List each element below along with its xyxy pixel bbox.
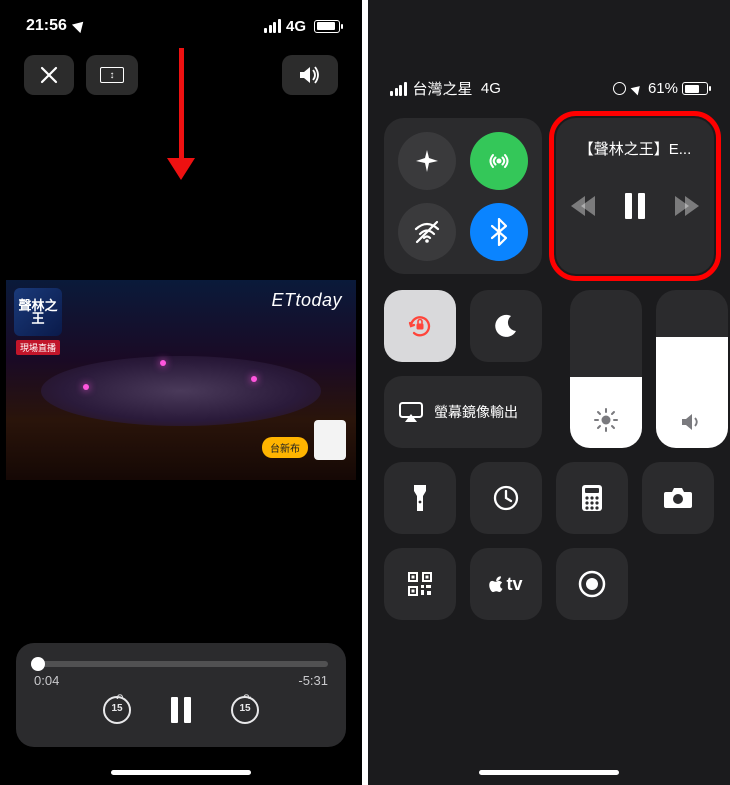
signal-icon (264, 19, 281, 33)
wifi-off-icon (413, 220, 441, 244)
orientation-lock-toggle[interactable] (384, 290, 456, 362)
close-icon (40, 66, 58, 84)
connectivity-module[interactable] (384, 118, 542, 274)
speaker-icon (298, 65, 322, 85)
appletv-icon: tv (489, 574, 522, 595)
bluetooth-toggle[interactable] (470, 203, 528, 261)
sun-icon (570, 408, 642, 432)
bluetooth-icon (491, 218, 507, 246)
time-elapsed: 0:04 (34, 673, 59, 688)
control-center-screen: 台灣之星 4G 61% (368, 0, 730, 785)
status-bar: 台灣之星 4G 61% (368, 78, 730, 99)
cta-pill[interactable]: 台新布 (262, 437, 308, 458)
battery-percent: 61% (648, 80, 678, 97)
network-label: 4G (481, 80, 501, 97)
skip-back-15-button[interactable]: ↶15 (103, 696, 131, 724)
camera-icon (663, 486, 693, 510)
seek-bar[interactable] (34, 661, 328, 667)
battery-icon (314, 20, 340, 33)
pause-button[interactable] (171, 697, 191, 723)
flashlight-icon (412, 483, 428, 513)
location-icon (631, 82, 644, 95)
timer-icon (492, 484, 520, 512)
airplane-mode-toggle[interactable] (398, 132, 456, 190)
calculator-button[interactable] (556, 462, 628, 534)
video-viewport[interactable]: 聲林之王 現場直播 ETtoday 台新布 (6, 280, 356, 480)
sync-icon (613, 82, 626, 95)
record-icon (577, 569, 607, 599)
video-top-controls (0, 52, 362, 98)
skip-forward-15-button[interactable]: ↷15 (231, 696, 259, 724)
aspect-fit-button[interactable] (86, 55, 138, 95)
battery-icon (682, 82, 708, 95)
qr-scan-button[interactable] (384, 548, 456, 620)
screen-record-button[interactable] (556, 548, 628, 620)
close-button[interactable] (24, 55, 74, 95)
brightness-slider[interactable] (570, 290, 642, 448)
live-badge: 現場直播 (16, 340, 60, 355)
show-logo: 聲林之王 (14, 288, 62, 336)
timer-button[interactable] (470, 462, 542, 534)
carrier-label: 台灣之星 (413, 78, 473, 99)
wifi-toggle[interactable] (398, 203, 456, 261)
playback-controls: 0:04 -5:31 ↶15 ↷15 (16, 643, 346, 747)
location-icon (72, 18, 88, 34)
now-playing-module[interactable]: 【聲林之王】E... (556, 118, 714, 274)
volume-slider[interactable] (656, 290, 728, 448)
play-pause-button[interactable] (625, 193, 645, 219)
status-time: 21:56 (26, 17, 67, 35)
time-remaining: -5:31 (298, 673, 328, 688)
corner-thumbnail[interactable] (314, 420, 346, 460)
volume-button[interactable] (282, 55, 338, 95)
cellular-icon (485, 147, 513, 175)
screen-mirroring-button[interactable]: 螢幕鏡像輸出 (384, 376, 542, 448)
home-indicator[interactable] (111, 770, 251, 775)
home-indicator[interactable] (479, 770, 619, 775)
airplane-icon (414, 148, 440, 174)
channel-watermark: ETtoday (271, 290, 342, 311)
apple-tv-remote-button[interactable]: tv (470, 548, 542, 620)
next-track-button[interactable] (675, 196, 699, 216)
lock-rotation-icon (405, 311, 435, 341)
flashlight-button[interactable] (384, 462, 456, 534)
media-title: 【聲林之王】E... (570, 138, 700, 159)
cellular-data-toggle[interactable] (470, 132, 528, 190)
qr-icon (407, 571, 433, 597)
network-label: 4G (286, 18, 306, 35)
calculator-icon (581, 484, 603, 512)
aspect-icon (100, 67, 124, 83)
do-not-disturb-toggle[interactable] (470, 290, 542, 362)
airplay-icon (398, 401, 424, 423)
speaker-icon (656, 412, 728, 432)
moon-icon (493, 313, 519, 339)
previous-track-button[interactable] (571, 196, 595, 216)
screen-mirroring-label: 螢幕鏡像輸出 (434, 402, 518, 422)
video-player-screen: 21:56 4G 聲林之王 現場直播 ETtoday 台新布 (0, 0, 362, 785)
signal-icon (390, 82, 407, 96)
status-bar: 21:56 4G (0, 14, 362, 38)
camera-button[interactable] (642, 462, 714, 534)
